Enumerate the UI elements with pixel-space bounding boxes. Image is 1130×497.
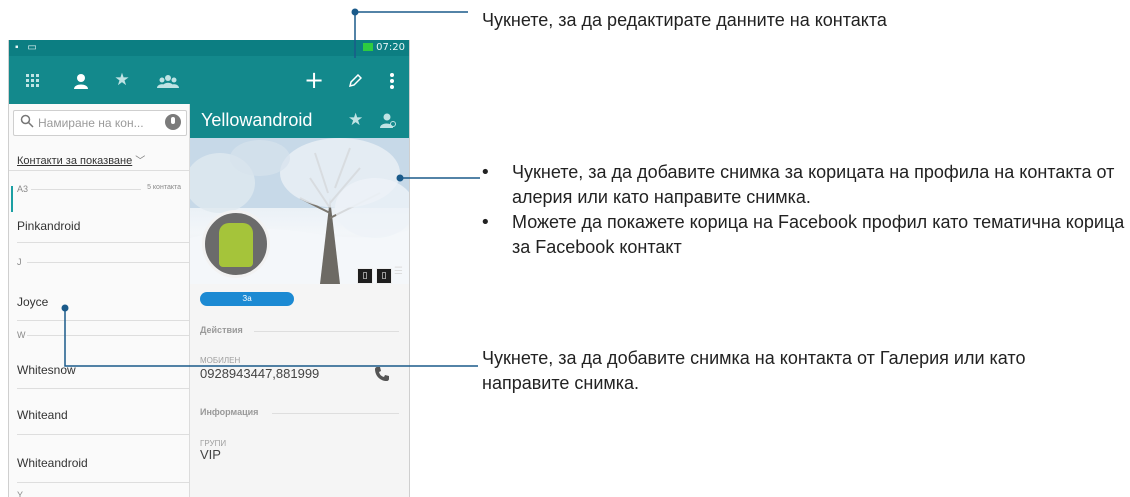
photo-callout-line — [64, 308, 478, 367]
bullet-item: • Чукнете, за да добавите снимка за кориц… — [480, 160, 1130, 210]
callout-dot — [351, 8, 359, 16]
photo-callout-text: Чукнете, за да добавите снимка на контак… — [482, 348, 1026, 393]
bullet-item: • Можете да покажете корица на Facebook п… — [480, 210, 1130, 260]
edit-callout-text: Чукнете, за да редактирате данните на ко… — [482, 10, 887, 30]
callout-dot — [396, 174, 404, 182]
bullet-text: Чукнете, за да добавите снимка за корица… — [512, 162, 1115, 207]
bullet-icon: • — [480, 162, 491, 183]
callout-dot — [61, 304, 69, 312]
edit-callout-line — [354, 11, 468, 58]
cover-callout-bullets: • Чукнете, за да добавите снимка за кориц… — [480, 160, 1130, 260]
bullet-icon: • — [480, 212, 491, 233]
bullet-text: Можете да покажете корица на Facebook пр… — [512, 212, 1125, 257]
